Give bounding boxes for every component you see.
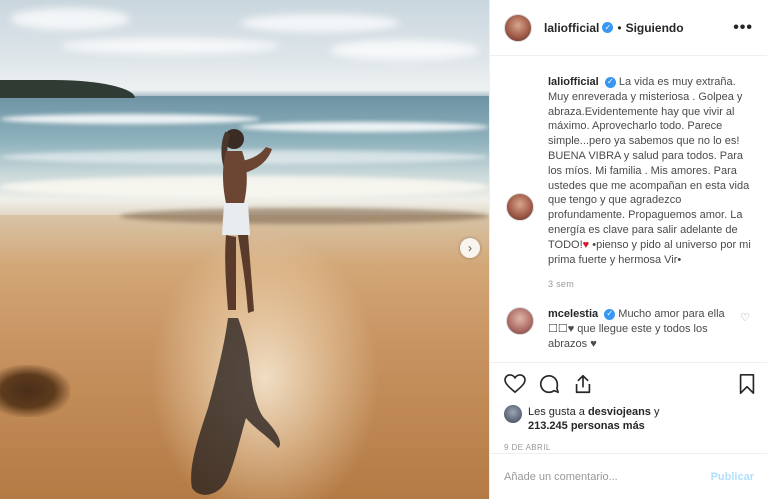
post-sidebar: laliofficial ✓ • Siguiendo ••• lalioffic…	[489, 0, 767, 499]
likes-prefix: Les gusta a	[528, 406, 588, 418]
comment-text: mcelestia ✓ Mucho amor para ella ☐☐♥ que…	[548, 307, 728, 351]
separator: •	[617, 20, 622, 35]
person-silhouette	[221, 129, 272, 313]
likes-count[interactable]: 213.245 personas más	[528, 420, 645, 432]
caption-username[interactable]: laliofficial	[548, 76, 599, 88]
caption-time[interactable]: 3 sem	[548, 279, 752, 289]
like-comment-icon[interactable]: ♡	[740, 311, 750, 324]
avatar[interactable]	[504, 13, 532, 42]
likes-summary[interactable]: Les gusta a desviojeans y 213.245 person…	[504, 405, 756, 433]
cloud	[240, 14, 400, 32]
more-options-icon[interactable]: •••	[733, 19, 753, 37]
verified-icon: ✓	[602, 22, 614, 33]
comment-input[interactable]	[504, 470, 711, 483]
cloud	[10, 8, 130, 30]
comment-icon[interactable]	[538, 373, 560, 395]
likes-text: Les gusta a desviojeans y 213.245 person…	[528, 405, 659, 433]
caption-text: laliofficial ✓ La vida es muy extraña. M…	[548, 75, 752, 267]
share-icon[interactable]	[572, 373, 594, 395]
heart-icon[interactable]	[504, 374, 526, 394]
likes-conjunction: y	[650, 406, 660, 418]
chevron-right-icon: ›	[468, 241, 472, 255]
following-button[interactable]: Siguiendo	[626, 21, 684, 35]
next-photo-button[interactable]: ›	[460, 238, 480, 258]
seaweed	[0, 365, 70, 417]
verified-icon: ✓	[604, 76, 616, 88]
person-shadow	[191, 318, 281, 495]
verified-icon: ✓	[604, 308, 616, 320]
post-actions: Les gusta a desviojeans y 213.245 person…	[490, 362, 767, 452]
cloud	[330, 40, 480, 60]
post-photo[interactable]: ›	[0, 0, 489, 499]
comments-list[interactable]: laliofficial ✓ La vida es muy extraña. M…	[490, 57, 767, 357]
publish-button[interactable]: Publicar	[711, 471, 754, 483]
action-icons	[504, 371, 756, 397]
avatar[interactable]	[506, 193, 534, 221]
comment: mcelestia ✓ Mucho amor para ella ☐☐♥ que…	[506, 307, 752, 351]
comment-username[interactable]: mcelestia	[548, 308, 598, 320]
bookmark-icon[interactable]	[738, 373, 756, 395]
header-username[interactable]: laliofficial	[544, 21, 599, 35]
liked-by-user[interactable]: desviojeans	[588, 406, 651, 418]
avatar[interactable]	[504, 405, 522, 423]
wave	[0, 114, 260, 124]
wave-edge	[120, 208, 489, 224]
avatar[interactable]	[506, 307, 534, 336]
add-comment-bar: Publicar	[490, 453, 767, 499]
cloud	[60, 38, 280, 54]
caption: laliofficial ✓ La vida es muy extraña. M…	[506, 75, 752, 267]
post-date[interactable]: 9 DE ABRIL	[504, 443, 756, 452]
post-header: laliofficial ✓ • Siguiendo •••	[490, 0, 767, 56]
caption-body: La vida es muy extraña. Muy enreverada y…	[548, 76, 750, 251]
headland	[0, 80, 135, 98]
